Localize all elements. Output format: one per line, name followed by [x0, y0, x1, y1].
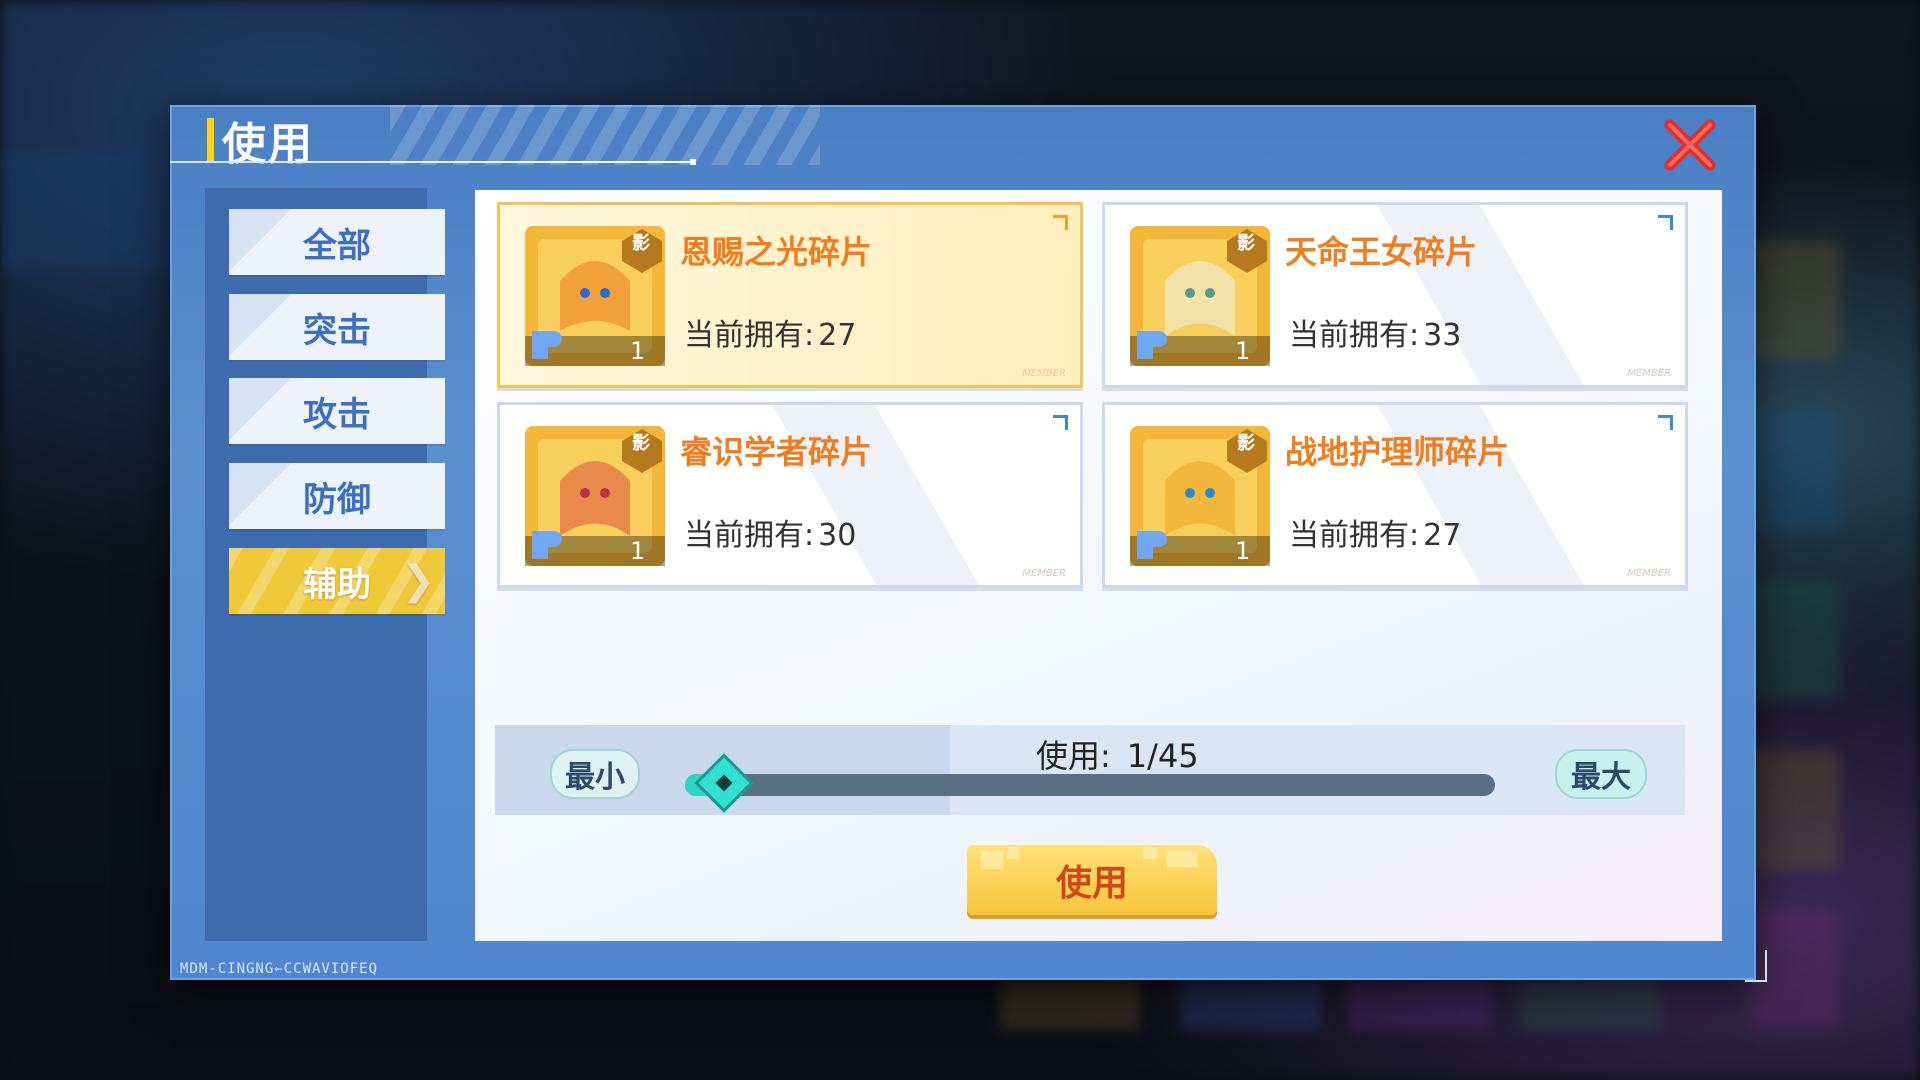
quantity-slider-track[interactable]: [685, 774, 1495, 796]
item-owned: 当前拥有: 30: [680, 510, 856, 554]
rarity-badge: 影: [1237, 433, 1255, 454]
tab-support-label: 辅助: [303, 564, 371, 605]
item-owned: 当前拥有: 27: [1285, 510, 1461, 554]
owned-value: 27: [818, 318, 857, 353]
item-card-1[interactable]: 影 1 恩赐之光碎片 当前拥有: 27 MEMBER: [497, 202, 1083, 388]
rarity-badge: 影: [1237, 233, 1255, 254]
close-x-icon: [1664, 119, 1716, 171]
tab-defense[interactable]: 防御: [229, 463, 445, 529]
item-count: 1: [1235, 537, 1251, 565]
chevron-right-icon: ❯: [401, 558, 435, 604]
version-code: MDM-CINGNG←CCWAVIOFEQ: [180, 961, 379, 977]
tab-support[interactable]: 辅助 ❯: [229, 548, 445, 614]
usage-readout: 使用: 1/45: [1020, 731, 1199, 777]
close-button[interactable]: [1662, 117, 1718, 173]
item-card-2[interactable]: 影 1 天命王女碎片 当前拥有: 33 MEMBER: [1102, 202, 1688, 388]
card-corner-mark: [1658, 215, 1673, 230]
member-watermark: MEMBER: [1022, 568, 1066, 579]
item-owned: 当前拥有: 33: [1285, 310, 1461, 354]
item-count: 1: [630, 537, 646, 565]
usage-value: 1/45: [1126, 737, 1199, 775]
item-name: 恩赐之光碎片: [680, 233, 873, 271]
quantity-slider-bar: 使用: 1/45 最小 最大: [495, 725, 1685, 815]
item-name: 天命王女碎片: [1285, 233, 1478, 271]
rarity-badge: 影: [632, 433, 650, 454]
item-name: 战地护理师碎片: [1285, 433, 1510, 471]
owned-label: 当前拥有:: [1289, 518, 1420, 553]
member-watermark: MEMBER: [1022, 368, 1066, 379]
title-accent-mark: [207, 118, 214, 162]
tab-attack[interactable]: 攻击: [229, 378, 445, 444]
card-corner-mark: [1658, 415, 1673, 430]
owned-label: 当前拥有:: [684, 518, 815, 553]
use-dialog: 使用 全部 突击 攻击 防御 辅助 ❯ 影 1 恩赐之光碎片 当前拥有: 27 …: [170, 105, 1756, 980]
item-count: 1: [1235, 337, 1251, 365]
owned-label: 当前拥有:: [1289, 318, 1420, 353]
owned-value: 33: [1423, 318, 1462, 353]
owned-value: 30: [818, 518, 857, 553]
card-corner-mark: [1053, 415, 1068, 430]
item-card-3[interactable]: 影 1 睿识学者碎片 当前拥有: 30 MEMBER: [497, 402, 1083, 588]
owned-label: 当前拥有:: [684, 318, 815, 353]
rarity-badge: 影: [632, 233, 650, 254]
item-owned: 当前拥有: 27: [680, 310, 856, 354]
item-name: 睿识学者碎片: [680, 433, 873, 471]
item-panel: 影 1 恩赐之光碎片 当前拥有: 27 MEMBER 影 1 天命王女碎片 当前拥…: [475, 190, 1722, 941]
min-button[interactable]: 最小: [550, 749, 640, 799]
tab-assault[interactable]: 突击: [229, 294, 445, 360]
item-count: 1: [630, 337, 646, 365]
max-button[interactable]: 最大: [1555, 749, 1647, 799]
card-corner-mark: [1053, 215, 1068, 230]
usage-label: 使用:: [1036, 737, 1111, 775]
owned-value: 27: [1423, 518, 1462, 553]
tab-all[interactable]: 全部: [229, 209, 445, 275]
category-sidebar: 全部 突击 攻击 防御 辅助 ❯: [205, 188, 445, 941]
use-button-label: 使用: [1055, 863, 1128, 904]
frame-corner: [1745, 950, 1767, 982]
title-underline: [170, 159, 696, 165]
item-card-4[interactable]: 影 1 战地护理师碎片 当前拥有: 27 MEMBER: [1102, 402, 1688, 588]
member-watermark: MEMBER: [1627, 568, 1671, 579]
use-button[interactable]: 使用: [967, 845, 1217, 915]
member-watermark: MEMBER: [1627, 368, 1671, 379]
